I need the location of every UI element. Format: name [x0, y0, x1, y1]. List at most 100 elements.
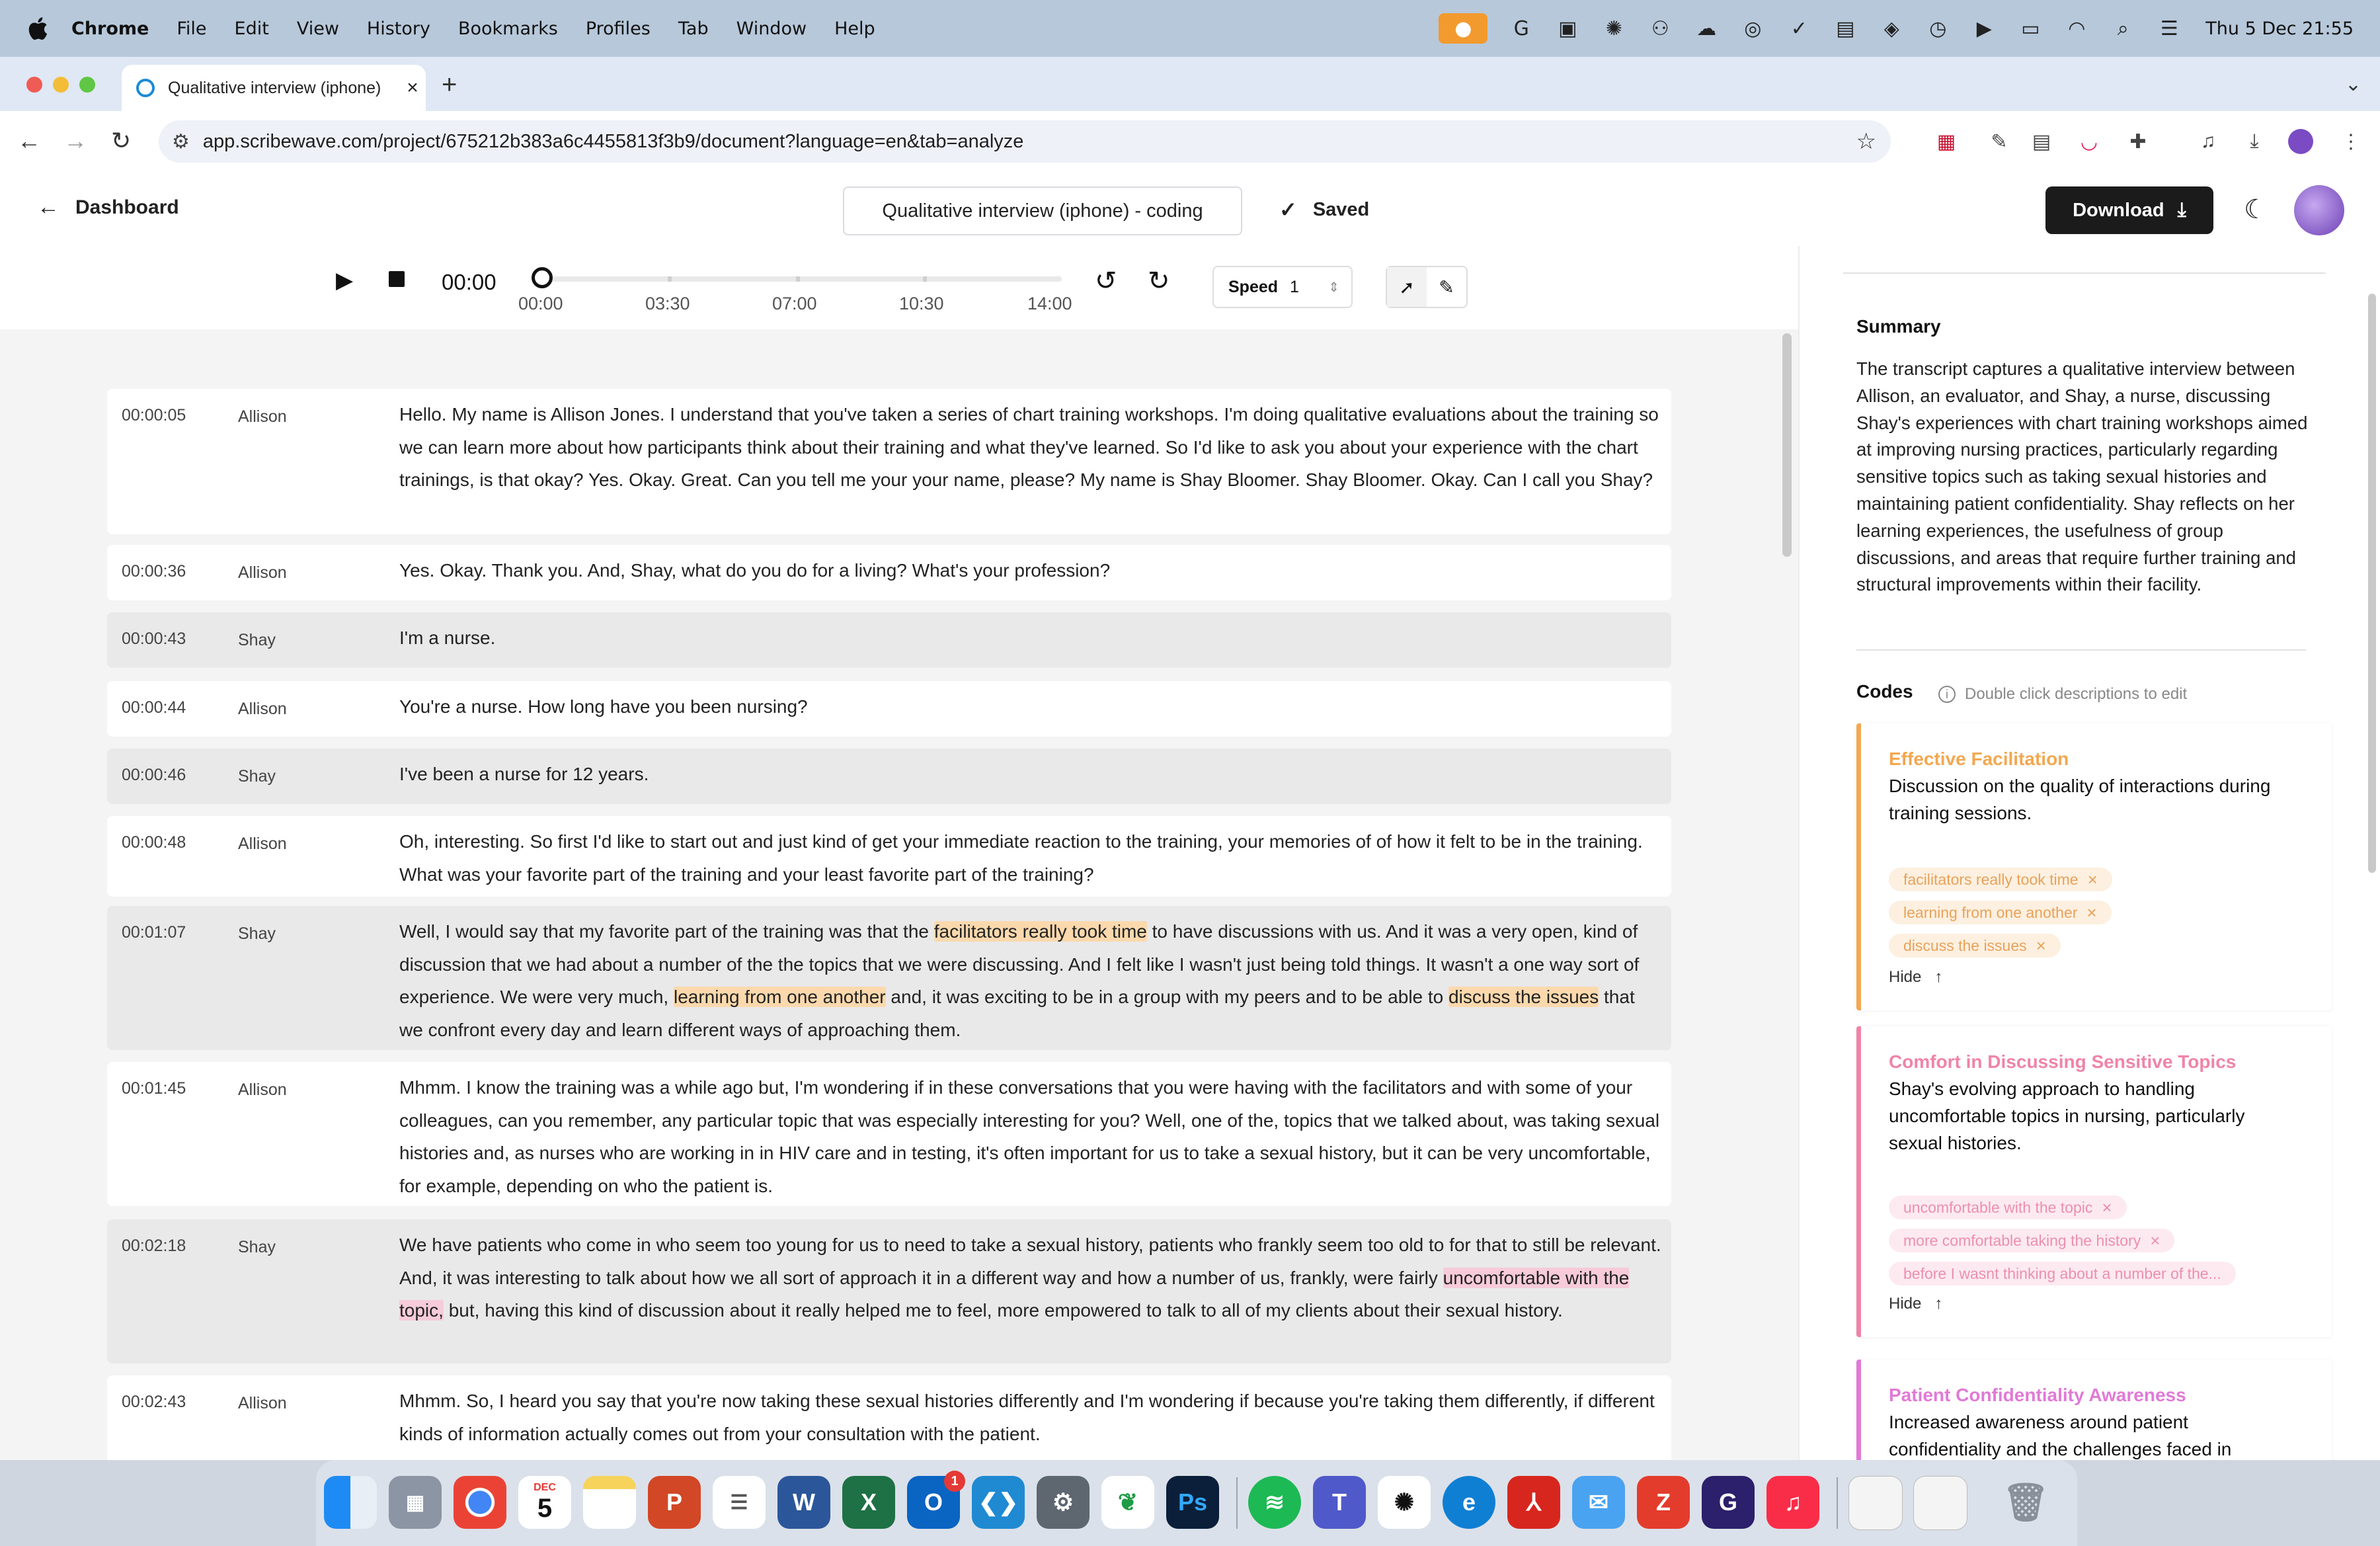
acrobat-icon[interactable]: ⅄	[1507, 1476, 1560, 1529]
menu-window[interactable]: Window	[736, 19, 807, 39]
row-timestamp[interactable]: 00:01:07	[122, 923, 186, 942]
highlighter-pen-icon[interactable]: ✎	[1427, 267, 1466, 307]
system-settings-icon[interactable]: ⚙	[1037, 1476, 1090, 1529]
transcript-row[interactable]: 00:00:46 Shay I've been a nurse for 12 y…	[107, 749, 1671, 804]
speed-select[interactable]: Speed 1 ⇕	[1212, 266, 1353, 308]
row-text[interactable]: Well, I would say that my favorite part …	[399, 915, 1662, 1046]
code-description[interactable]: Shay's evolving approach to handling unc…	[1889, 1075, 2299, 1157]
menu-history[interactable]: History	[367, 19, 430, 39]
code-quote-chip[interactable]: learning from one another ×	[1889, 901, 2112, 924]
recent-document-icon[interactable]	[1913, 1476, 1967, 1530]
window-icon[interactable]: ▣	[1555, 16, 1580, 41]
seek-handle[interactable]	[532, 267, 553, 288]
wifi-icon[interactable]: ◠	[2064, 16, 2089, 41]
search-icon[interactable]: ⌕	[2110, 16, 2135, 41]
excel-icon[interactable]: X	[842, 1476, 895, 1529]
finder-icon[interactable]	[324, 1476, 377, 1529]
dashboard-back-link[interactable]: ← Dashboard	[37, 194, 179, 220]
row-speaker[interactable]: Shay	[238, 767, 276, 786]
row-speaker[interactable]: Shay	[238, 924, 276, 944]
code-quote-chip[interactable]: before I wasnt thinking about a number o…	[1889, 1262, 2236, 1285]
summary-text[interactable]: The transcript captures a qualitative in…	[1856, 356, 2313, 598]
microphone-icon[interactable]: ●	[1439, 13, 1488, 44]
transcript-row[interactable]: 00:01:45 Allison Mhmm. I know the traini…	[107, 1062, 1671, 1206]
menu-edit[interactable]: Edit	[235, 19, 269, 39]
code-title[interactable]: Effective Facilitation	[1889, 749, 2069, 770]
new-tab-plus-icon[interactable]: +	[442, 70, 457, 100]
highlighted-quote[interactable]: discuss the issues	[1448, 987, 1599, 1007]
minimize-window-button[interactable]	[53, 77, 69, 93]
word-icon[interactable]: W	[777, 1476, 830, 1529]
downloads-icon[interactable]: ⤓	[2241, 128, 2268, 155]
remove-quote-icon[interactable]: ×	[2036, 936, 2046, 956]
edge-icon[interactable]: e	[1443, 1476, 1495, 1529]
launchpad-icon[interactable]: ▦	[389, 1476, 442, 1529]
notes-icon[interactable]	[583, 1476, 636, 1529]
transcript-row[interactable]: 00:02:43 Allison Mhmm. So, I heard you s…	[107, 1375, 1671, 1460]
filezilla-icon[interactable]: Z	[1637, 1476, 1690, 1529]
calendar-icon[interactable]: DEC 5	[518, 1476, 571, 1529]
browser-tab[interactable]: Qualitative interview (iphone) ×	[122, 65, 426, 111]
spotify-icon[interactable]: ≋	[1248, 1476, 1301, 1529]
row-timestamp[interactable]: 00:00:05	[122, 406, 186, 425]
row-speaker[interactable]: Allison	[238, 700, 287, 719]
powerpoint-icon[interactable]: P	[648, 1476, 701, 1529]
transcript-row[interactable]: 00:00:05 Allison Hello. My name is Allis…	[107, 389, 1671, 534]
row-text[interactable]: I've been a nurse for 12 years.	[399, 758, 1662, 791]
reload-icon[interactable]: ↻	[111, 127, 131, 155]
photoshop-icon[interactable]: Ps	[1166, 1476, 1219, 1529]
chrome-icon[interactable]	[454, 1476, 506, 1529]
menu-bookmarks[interactable]: Bookmarks	[458, 19, 558, 39]
code-quote-chip[interactable]: facilitators really took time ×	[1889, 868, 2112, 891]
tab-close-icon[interactable]: ×	[399, 77, 426, 99]
recent-document-icon[interactable]	[1848, 1476, 1903, 1530]
maximize-window-button[interactable]	[79, 77, 95, 93]
extension-doc-icon[interactable]: ▤	[2028, 128, 2055, 155]
close-window-button[interactable]	[26, 77, 42, 93]
code-title[interactable]: Patient Confidentiality Awareness	[1889, 1385, 2186, 1406]
row-timestamp[interactable]: 00:00:48	[122, 833, 186, 852]
reminders-icon[interactable]: ☰	[713, 1476, 766, 1529]
layers-icon[interactable]: ◈	[1879, 16, 1904, 41]
clipboard-icon[interactable]: ▤	[1833, 16, 1858, 41]
chatgpt-app-icon[interactable]: ✺	[1378, 1476, 1431, 1529]
code-title[interactable]: Comfort in Discussing Sensitive Topics	[1889, 1051, 2236, 1073]
tab-search-chevron-icon[interactable]: ⌄	[2345, 73, 2361, 96]
grammarly-icon[interactable]: G	[1509, 16, 1534, 41]
seek-track[interactable]	[542, 276, 1062, 282]
rewind-10-icon[interactable]: ↺	[1095, 266, 1117, 296]
row-text[interactable]: Oh, interesting. So first I'd like to st…	[399, 825, 1662, 891]
row-speaker[interactable]: Allison	[238, 407, 287, 427]
row-text[interactable]: Yes. Okay. Thank you. And, Shay, what do…	[399, 554, 1662, 587]
time-machine-icon[interactable]: ◷	[1925, 16, 1950, 41]
back-arrow-icon[interactable]: ←	[17, 127, 41, 155]
extension-acrobat-icon[interactable]: ▦	[1933, 128, 1960, 155]
row-speaker[interactable]: Shay	[238, 1238, 276, 1257]
play-icon[interactable]: ▶	[336, 267, 353, 294]
extension-pen-icon[interactable]: ✎	[1986, 128, 2012, 155]
creative-cloud-icon[interactable]: ◎	[1740, 16, 1765, 41]
row-timestamp[interactable]: 00:02:18	[122, 1237, 186, 1256]
row-speaker[interactable]: Allison	[238, 1394, 287, 1413]
music-icon[interactable]: ♫	[1766, 1476, 1819, 1529]
control-center-icon[interactable]: ☰	[2157, 16, 2182, 41]
row-text[interactable]: Hello. My name is Allison Jones. I under…	[399, 398, 1662, 497]
row-speaker[interactable]: Allison	[238, 1080, 287, 1100]
row-timestamp[interactable]: 00:00:43	[122, 630, 186, 649]
site-settings-icon[interactable]: ⚙	[172, 130, 190, 153]
row-speaker[interactable]: Allison	[238, 834, 287, 854]
address-url[interactable]: app.scribewave.com/project/675212b383a6c…	[203, 131, 1856, 153]
row-text[interactable]: Mhmm. I know the training was a while ag…	[399, 1071, 1662, 1202]
extensions-puzzle-icon[interactable]: ✚	[2125, 128, 2151, 155]
transcript-row[interactable]: 00:01:07 Shay Well, I would say that my …	[107, 906, 1671, 1050]
vscode-icon[interactable]: ❮❯	[972, 1476, 1025, 1529]
code-quote-chip[interactable]: uncomfortable with the topic ×	[1889, 1196, 2127, 1219]
row-text[interactable]: We have patients who come in who seem to…	[399, 1229, 1662, 1327]
profile-avatar-icon[interactable]	[2287, 128, 2314, 155]
extension-pocket-icon[interactable]: ◡	[2076, 128, 2102, 155]
download-button[interactable]: Download ⤓	[2045, 186, 2213, 234]
row-timestamp[interactable]: 00:01:45	[122, 1079, 186, 1098]
select-cursor-icon[interactable]: ➚	[1387, 267, 1427, 307]
check-circle-icon[interactable]: ✓	[1786, 16, 1811, 41]
cloud-icon[interactable]: ☁	[1694, 16, 1719, 41]
